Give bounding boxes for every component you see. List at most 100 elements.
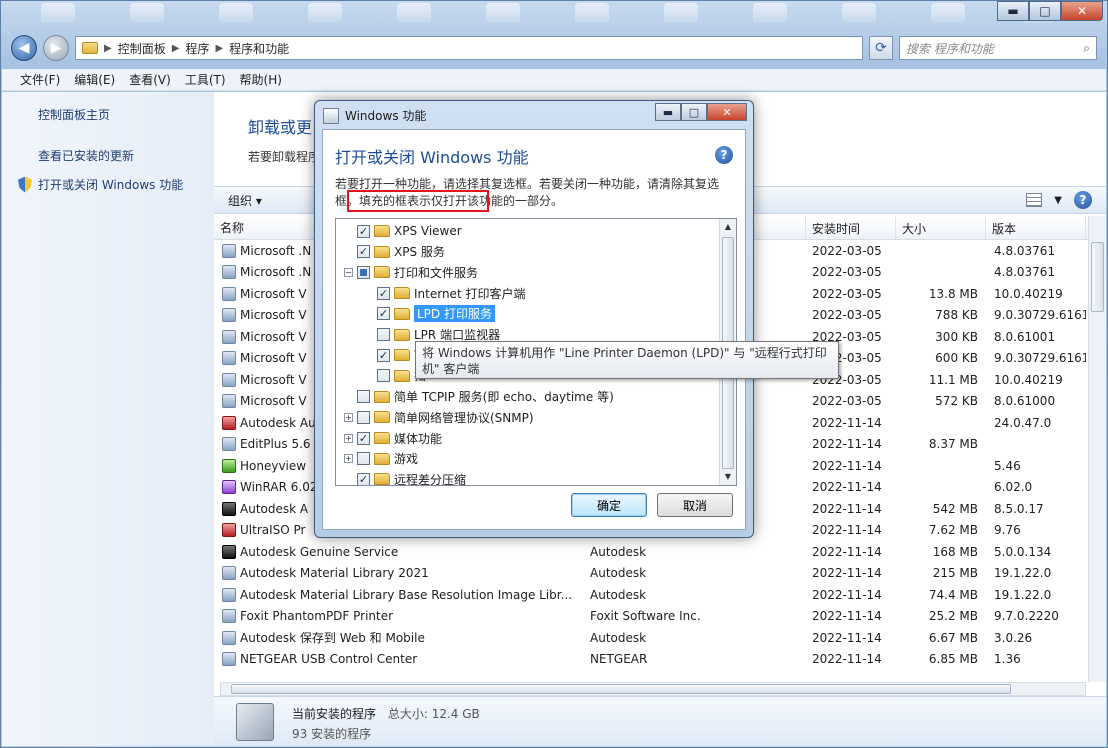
feature-checkbox[interactable]	[357, 410, 370, 424]
column-version[interactable]: 版本	[986, 216, 1086, 239]
link-control-panel-home[interactable]: 控制面板主页	[18, 106, 214, 123]
windows-features-dialog: Windows 功能 ▬ □ ✕ 打开或关闭 Windows 功能 ? 若要打开…	[314, 100, 754, 538]
program-name: Autodesk Au	[240, 415, 316, 430]
table-row[interactable]: Autodesk 保存到 Web 和 Mobile Autodesk 2022-11…	[214, 627, 1106, 649]
back-button[interactable]: ◀	[11, 35, 37, 61]
help-icon[interactable]: ?	[1074, 191, 1092, 209]
program-date: 2022-11-14	[812, 609, 882, 624]
address-bar[interactable]: ▶ 控制面板 ▶ 程序 ▶ 程序和功能	[75, 36, 863, 60]
folder-icon	[394, 328, 410, 341]
program-version: 9.76	[994, 523, 1021, 538]
feature-item[interactable]: ✓ Internet 打印客户端	[364, 283, 525, 303]
program-version: 5.46	[994, 458, 1021, 473]
feature-checkbox[interactable]: ✓	[357, 431, 370, 445]
horizontal-scrollbar[interactable]	[220, 682, 1086, 696]
table-row[interactable]: Autodesk Material Library 2021 Autodesk 20…	[214, 563, 1106, 585]
feature-checkbox[interactable]: ✓	[357, 245, 370, 259]
feature-item[interactable]: ✓ XPS Viewer	[344, 221, 462, 241]
feature-checkbox[interactable]	[357, 265, 370, 279]
program-name: Microsoft .N	[240, 243, 312, 258]
feature-checkbox[interactable]: ✓	[357, 224, 370, 238]
table-row[interactable]: Foxit PhantomPDF Printer Foxit Software I…	[214, 606, 1106, 628]
feature-label: 简单 TCPIP 服务(即 echo、daytime 等)	[394, 390, 614, 405]
program-name: Microsoft V	[240, 329, 307, 344]
program-icon	[222, 566, 236, 581]
menu-help[interactable]: 帮助(H)	[240, 71, 282, 88]
program-version: 3.0.26	[994, 630, 1033, 645]
breadcrumb-programs-features[interactable]: 程序和功能	[229, 40, 289, 57]
maximize-button[interactable]: □	[1029, 1, 1061, 21]
close-button[interactable]: ✕	[1061, 1, 1103, 21]
program-version: 19.1.22.0	[994, 566, 1052, 581]
table-row[interactable]: Autodesk Genuine Service Autodesk 2022-11-…	[214, 541, 1106, 563]
menu-file[interactable]: 文件(F)	[20, 71, 60, 88]
feature-checkbox[interactable]	[357, 452, 370, 466]
program-size: 215 MB	[932, 566, 978, 581]
table-row[interactable]: Autodesk Material Library Base Resolutio…	[214, 584, 1106, 606]
minimize-button[interactable]: ▬	[997, 1, 1029, 21]
expander-icon[interactable]: +	[344, 454, 353, 464]
program-version: 8.0.61000	[994, 394, 1056, 409]
dialog-actions: 确定 取消	[571, 493, 733, 517]
feature-item[interactable]: − 打印和文件服务	[344, 262, 478, 282]
feature-checkbox[interactable]: ✓	[377, 348, 390, 362]
feature-item[interactable]: ✓ 远程差分压缩	[344, 469, 466, 485]
refresh-button[interactable]: ⟳	[869, 36, 893, 60]
program-size: 8.37 MB	[928, 437, 978, 452]
program-size: 7.62 MB	[928, 523, 978, 538]
menu-tools[interactable]: 工具(T)	[185, 71, 226, 88]
feature-item[interactable]: ✓ LPD 打印服务	[364, 304, 495, 324]
program-size: 300 KB	[935, 329, 978, 344]
feature-checkbox[interactable]: ✓	[357, 472, 370, 485]
search-icon[interactable]: ⌕	[1083, 41, 1090, 56]
expander-icon[interactable]: +	[344, 412, 353, 422]
dialog-close-button[interactable]: ✕	[707, 103, 747, 121]
expander-icon[interactable]: −	[344, 267, 353, 277]
feature-checkbox[interactable]	[377, 328, 390, 341]
program-version: 5.0.0.134	[994, 544, 1052, 559]
table-row[interactable]: NETGEAR USB Control Center NETGEAR 2022-11…	[214, 649, 1106, 671]
program-name: Microsoft V	[240, 394, 307, 409]
folder-icon	[374, 432, 390, 444]
program-date: 2022-11-14	[812, 415, 882, 430]
views-dropdown-icon[interactable]: ▼	[1054, 195, 1062, 206]
cancel-button[interactable]: 取消	[657, 493, 733, 517]
feature-item[interactable]: + ✓ 媒体功能	[344, 428, 442, 448]
program-icon	[222, 458, 236, 473]
dialog-maximize-button[interactable]: □	[681, 103, 707, 121]
feature-checkbox[interactable]: ✓	[377, 307, 390, 321]
search-input[interactable]: 搜索 程序和功能 ⌕	[899, 36, 1097, 60]
scroll-up-icon[interactable]: ▲	[720, 219, 736, 235]
feature-checkbox[interactable]: ✓	[377, 286, 390, 300]
program-icon	[222, 480, 236, 495]
breadcrumb-control-panel[interactable]: 控制面板	[118, 40, 166, 57]
dialog-help-icon[interactable]: ?	[715, 146, 733, 164]
menu-view[interactable]: 查看(V)	[129, 71, 171, 88]
feature-item[interactable]: + 游戏	[344, 449, 418, 469]
vertical-scrollbar[interactable]	[1088, 216, 1106, 682]
feature-checkbox[interactable]	[377, 369, 390, 383]
ok-button[interactable]: 确定	[571, 493, 647, 517]
program-publisher: Foxit Software Inc.	[590, 609, 701, 624]
feature-label: XPS Viewer	[394, 224, 462, 238]
feature-item[interactable]: 简单 TCPIP 服务(即 echo、daytime 等)	[344, 387, 614, 407]
program-icon	[222, 415, 236, 430]
feature-checkbox[interactable]	[357, 390, 370, 404]
folder-icon	[374, 452, 390, 465]
column-date[interactable]: 安装时间	[806, 216, 896, 239]
forward-button[interactable]: ▶	[43, 35, 69, 61]
dialog-minimize-button[interactable]: ▬	[655, 103, 681, 121]
feature-item[interactable]: ✓ XPS 服务	[344, 242, 445, 262]
link-windows-features[interactable]: 打开或关闭 Windows 功能	[18, 176, 214, 193]
column-size[interactable]: 大小	[896, 216, 986, 239]
views-icon[interactable]	[1026, 193, 1043, 207]
menu-edit[interactable]: 编辑(E)	[74, 71, 115, 88]
feature-item[interactable]: + 简单网络管理协议(SNMP)	[344, 407, 534, 427]
scroll-down-icon[interactable]: ▼	[720, 469, 736, 485]
program-name: Microsoft V	[240, 308, 307, 323]
link-installed-updates[interactable]: 查看已安装的更新	[18, 147, 214, 164]
breadcrumb-programs[interactable]: 程序	[185, 40, 209, 57]
expander-icon[interactable]: +	[344, 433, 353, 443]
organize-button[interactable]: 组织 ▾	[228, 192, 262, 209]
program-icon	[222, 587, 236, 602]
